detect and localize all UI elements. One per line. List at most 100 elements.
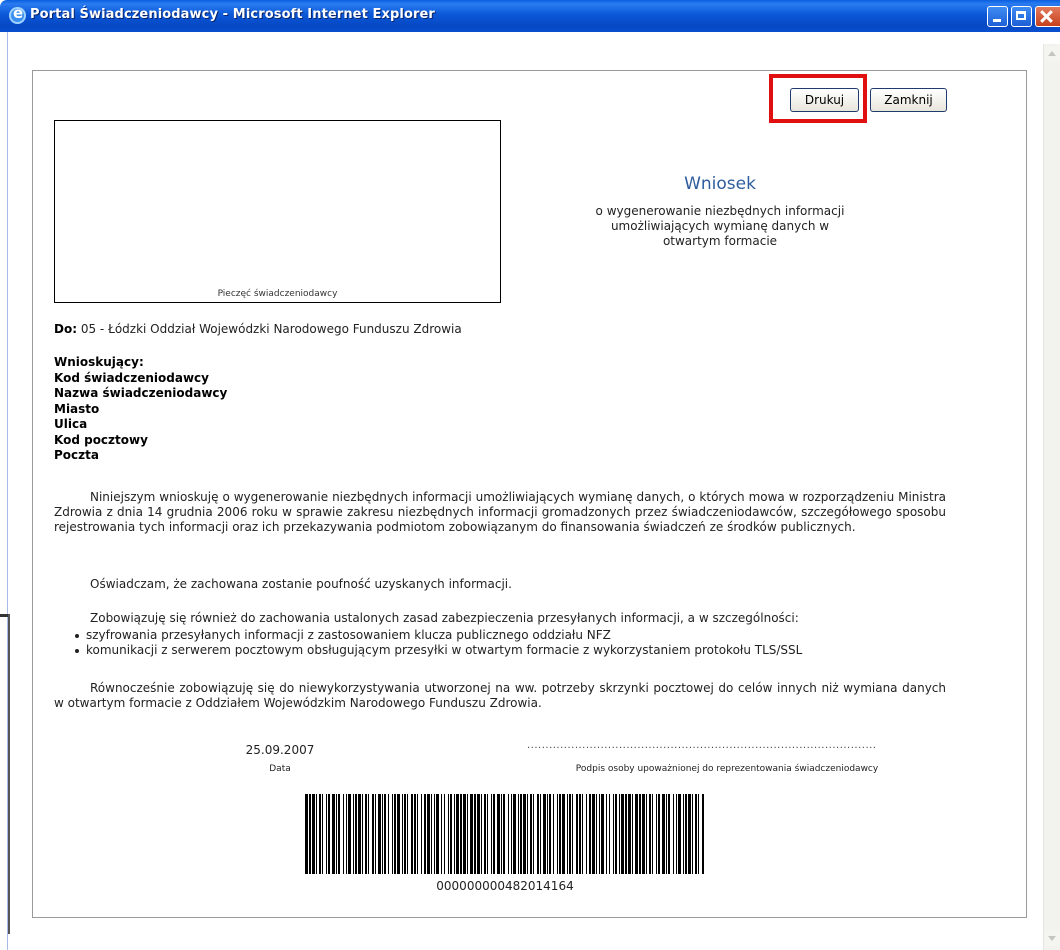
barcode: 000000000482014164 [303,792,707,893]
field-label-post-office: Poczta [54,448,99,462]
barcode-bar [450,794,452,874]
edge-artifact [0,614,8,617]
signature-line: ........................................… [527,740,877,751]
barcode-bar [628,794,631,874]
barcode-bar [444,794,445,874]
field-label-postal-code: Kod pocztowy [54,432,148,447]
close-button[interactable]: Zamknij [870,88,947,112]
barcode-bar [332,794,335,874]
barcode-bar [673,794,674,874]
barcode-bar [656,794,657,874]
barcode-bar [547,794,548,874]
barcode-bar [441,794,442,874]
barcode-bar [309,794,311,874]
barcode-bar [397,794,400,874]
barcode-bar [666,794,667,874]
barcode-bar [642,794,645,874]
close-window-button[interactable] [1035,6,1060,27]
barcode-bar [658,794,660,874]
field-label-street: Ulica [54,417,88,431]
barcode-bar [326,794,327,874]
barcode-bar [592,794,595,874]
barcode-bar [467,794,468,874]
barcode-bar [402,794,403,874]
barcode-bar [434,794,435,874]
barcode-bar [358,794,361,874]
vertical-scrollbar[interactable] [1043,44,1060,950]
barcode-bar [549,794,551,874]
barcode-bar [456,794,459,874]
barcode-bar [553,794,554,874]
barcode-bar [559,794,561,874]
barcode-bar [346,794,347,874]
document-title: Wniosek [684,174,756,194]
barcode-bar [501,794,502,874]
barcode-bar [322,794,323,874]
recipient-line: Do: 05 - Łódzki Oddział Wojewódzki Narod… [54,322,462,336]
field-label-city: Miasto [54,401,100,416]
barcode-image [305,794,704,874]
security-list: szyfrowania przesyłanych informacji z za… [72,628,802,658]
barcode-bar [615,794,617,874]
confidentiality-paragraph: Oświadczam, że zachowana zostanie poufno… [90,577,512,591]
window-title-bar[interactable]: Portal Świadczeniodawcy - Microsoft Inte… [0,0,1060,32]
barcode-bar [518,794,519,874]
barcode-bar [596,794,597,874]
barcode-bar [343,794,344,874]
provider-stamp-box: Pieczęć świadczeniodawcy [54,120,501,303]
barcode-bar [586,794,587,874]
barcode-bar [355,794,357,874]
print-button-highlight [769,74,867,123]
window-title: Portal Świadczeniodawcy - Microsoft Inte… [30,7,435,22]
barcode-bar [424,794,426,874]
barcode-bar [662,794,665,874]
barcode-bar [523,794,526,874]
minimize-button[interactable] [987,6,1008,27]
barcode-bar [491,794,492,874]
applicant-heading: Wnioskujący: [54,355,144,369]
barcode-bar [567,794,568,874]
barcode-number: 000000000482014164 [436,879,574,893]
barcode-bar [572,794,573,874]
scroll-down-arrow-icon[interactable] [1045,930,1060,946]
barcode-bar [579,794,581,874]
barcode-bar [382,794,383,874]
barcode-bar [477,794,480,874]
barcode-bar [678,794,681,874]
barcode-bar [639,794,641,874]
barcode-bar [576,794,578,874]
barcode-bar [497,794,500,874]
barcode-bar [319,794,321,874]
barcode-bar [606,794,607,874]
barcode-bar [481,794,482,874]
barcode-bar [601,794,604,874]
maximize-button[interactable] [1011,6,1032,27]
barcode-bar [698,794,699,874]
list-item: szyfrowania przesyłanych informacji z za… [72,628,802,643]
barcode-bar [362,794,363,874]
barcode-bar [569,794,571,874]
barcode-bar [431,794,432,874]
barcode-bar [702,794,704,874]
barcode-bar [421,794,422,874]
barcode-bar [378,794,381,874]
barcode-bar [520,794,522,874]
barcode-bar [613,794,614,874]
barcode-bar [685,794,687,874]
date-value: 25.09.2007 [245,743,315,757]
barcode-bar [336,794,337,874]
barcode-bar [533,794,534,874]
barcode-bar [375,794,376,874]
field-label-provider-code: Kod świadczeniodawcy [54,370,209,385]
barcode-bar [394,794,396,874]
barcode-bar [316,794,317,874]
barcode-bar [470,794,473,874]
internet-explorer-icon [9,4,26,24]
list-item: komunikacji z serwerem pocztowym obsługu… [72,643,802,658]
mailbox-paragraph: Równocześnie zobowiązuję się do niewykor… [54,681,946,710]
barcode-bar [312,794,315,874]
barcode-bar [463,794,466,874]
barcode-bar [487,794,488,874]
barcode-bar [348,794,351,874]
scroll-up-arrow-icon[interactable] [1045,46,1060,62]
